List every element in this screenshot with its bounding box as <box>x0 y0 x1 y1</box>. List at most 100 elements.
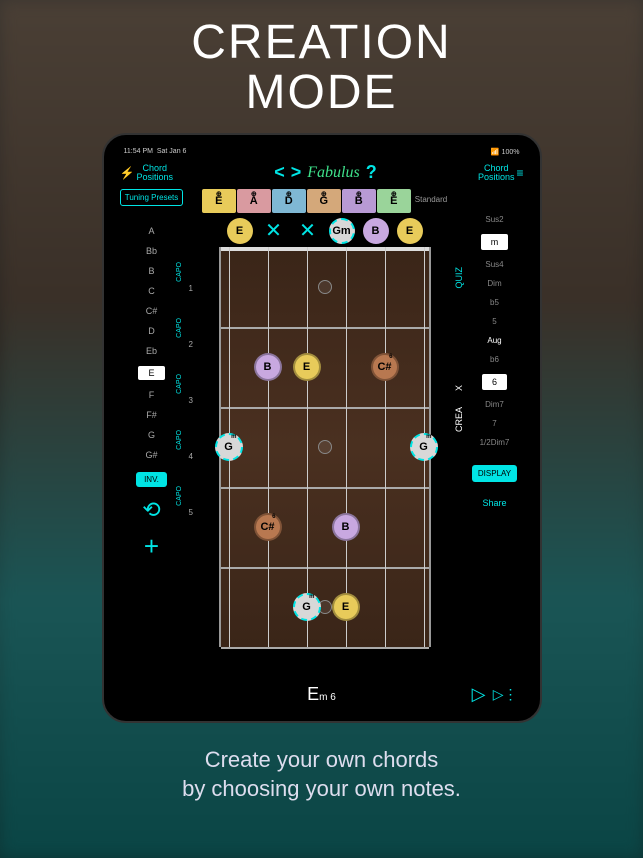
root-note-F[interactable]: F <box>149 390 155 400</box>
add-icon[interactable]: + <box>144 531 159 562</box>
inversion-button[interactable]: INV. <box>136 472 167 487</box>
fret-note-G[interactable]: Gm <box>293 593 321 621</box>
help-icon[interactable]: ? <box>366 162 377 183</box>
chord-suffix: m 6 <box>319 692 336 703</box>
modifier-Dim7[interactable]: Dim7 <box>485 400 504 409</box>
prev-arrow-icon[interactable]: < <box>274 162 285 183</box>
fret-number-2: 2 <box>188 340 192 349</box>
fret-number-3: 3 <box>188 396 192 405</box>
modifier-5[interactable]: 5 <box>492 317 496 326</box>
quiz-label[interactable]: QUIZ <box>454 267 464 289</box>
bottom-bar: Em 6 ▷ ▷⋮ <box>114 684 530 705</box>
modifier-Aug[interactable]: Aug <box>487 336 501 345</box>
capo-label-4[interactable]: CAPO <box>176 430 183 450</box>
open-string-row: E✕✕GmBE <box>227 217 423 245</box>
status-time: 11:54 PM <box>124 148 153 155</box>
fret-note-C#[interactable]: C#6 <box>254 513 282 541</box>
list-icon: ≡ <box>516 167 523 179</box>
modifier-Sus4[interactable]: Sus4 <box>485 260 503 269</box>
x-label: X <box>454 385 464 391</box>
open-note-G[interactable]: Gm <box>329 218 355 244</box>
display-button[interactable]: DISPLAY <box>472 465 517 482</box>
fret-note-G[interactable]: Gm <box>410 433 438 461</box>
app-screen: 11:54 PM Sat Jan 6 📶 100% ⚡ Chord Positi… <box>114 145 530 711</box>
status-bar: 11:54 PM Sat Jan 6 📶 100% <box>114 145 530 159</box>
tuning-cell-B[interactable]: B⊕ <box>342 189 376 213</box>
fret-note-B[interactable]: B <box>332 513 360 541</box>
caption-line2: by choosing your own notes. <box>0 774 643 804</box>
capo-label-5[interactable]: CAPO <box>176 486 183 506</box>
chord-positions-label: Chord Positions <box>136 164 173 182</box>
header-row: ⚡ Chord Positions < > Fabulus ? Chord Po… <box>114 159 530 187</box>
chord-name-display: Em 6 <box>307 684 336 705</box>
chord-root: E <box>307 684 319 704</box>
refresh-icon[interactable]: ⟲ <box>142 497 160 523</box>
root-note-F#[interactable]: F# <box>146 410 157 420</box>
root-note-E[interactable]: E <box>138 366 164 380</box>
modifier-7[interactable]: 7 <box>492 419 496 428</box>
modifier-1/2Dim7[interactable]: 1/2Dim7 <box>480 438 510 447</box>
root-note-A[interactable]: A <box>148 226 154 236</box>
modifier-Sus2[interactable]: Sus2 <box>485 215 503 224</box>
app-title: Fabulus <box>307 164 359 182</box>
modifier-Dim[interactable]: Dim <box>487 279 501 288</box>
mute-string-icon[interactable]: ✕ <box>295 218 321 243</box>
root-note-Eb[interactable]: Eb <box>146 346 157 356</box>
tuning-cell-A[interactable]: A⊕ <box>237 189 271 213</box>
root-note-G#[interactable]: G# <box>145 450 157 460</box>
tuning-cell-D[interactable]: D⊕ <box>272 189 306 213</box>
tuning-row: E⊕A⊕D⊕G⊕B⊕E⊕ <box>202 189 411 213</box>
hero-line2: MODE <box>0 68 643 118</box>
tuning-cell-E[interactable]: E⊕ <box>202 189 236 213</box>
capo-label-1[interactable]: CAPO <box>176 262 183 282</box>
status-date: Sat Jan 6 <box>157 148 187 155</box>
open-note-B[interactable]: B <box>363 218 389 244</box>
chord-positions-right[interactable]: Chord Positions ≡ <box>478 164 524 182</box>
tuning-label: Standard <box>415 195 447 204</box>
right-column: QUIZ X CREA Sus2mSus4Dimb55Augb66Dim771/… <box>464 187 526 683</box>
mute-string-icon[interactable]: ✕ <box>261 218 287 243</box>
capo-label-2[interactable]: CAPO <box>176 318 183 338</box>
hero-title: CREATION MODE <box>0 0 643 119</box>
modifier-b5[interactable]: b5 <box>490 298 499 307</box>
chord-positions-left[interactable]: ⚡ Chord Positions <box>120 164 173 182</box>
root-note-C[interactable]: C <box>148 286 155 296</box>
root-note-G[interactable]: G <box>148 430 155 440</box>
chord-positions-label-r: Chord Positions <box>478 164 515 182</box>
share-button[interactable]: Share <box>482 498 506 508</box>
crea-label[interactable]: CREA <box>454 407 464 432</box>
caption: Create your own chords by choosing your … <box>0 745 643 804</box>
fret-note-E[interactable]: E <box>332 593 360 621</box>
fret-number-5: 5 <box>188 508 192 517</box>
modifier-b6[interactable]: b6 <box>490 355 499 364</box>
fret-number-1: 1 <box>188 284 192 293</box>
ipad-frame: 11:54 PM Sat Jan 6 📶 100% ⚡ Chord Positi… <box>102 133 542 723</box>
capo-label-3[interactable]: CAPO <box>176 374 183 394</box>
fretboard[interactable]: BEC#6GmGmC#6BGmE <box>219 247 431 647</box>
open-note-E[interactable]: E <box>397 218 423 244</box>
status-battery: 📶 100% <box>491 148 520 156</box>
caption-line1: Create your own chords <box>0 745 643 775</box>
play-icon[interactable]: ▷ <box>472 684 486 705</box>
root-note-D[interactable]: D <box>148 326 155 336</box>
fret-note-G[interactable]: Gm <box>215 433 243 461</box>
hero-line1: CREATION <box>0 18 643 68</box>
open-note-E[interactable]: E <box>227 218 253 244</box>
modifier-6[interactable]: 6 <box>482 374 507 390</box>
strum-icon[interactable]: ▷⋮ <box>493 686 518 703</box>
next-arrow-icon[interactable]: > <box>291 162 302 183</box>
root-note-B[interactable]: B <box>148 266 154 276</box>
left-column: Tuning Presets ABbBCC#DEbEFF#GG#CAPO1CAP… <box>118 187 186 683</box>
center-column: E⊕A⊕D⊕G⊕B⊕E⊕ Standard E✕✕GmBE BEC#6GmGmC… <box>186 187 464 683</box>
root-note-C#[interactable]: C# <box>146 306 158 316</box>
root-note-list: ABbBCC#DEbEFF#GG#CAPO1CAPO2CAPO3CAPO4CAP… <box>138 226 164 460</box>
fret-note-C#[interactable]: C#6 <box>371 353 399 381</box>
fret-number-4: 4 <box>188 452 192 461</box>
modifier-m[interactable]: m <box>481 234 509 250</box>
tuning-presets-button[interactable]: Tuning Presets <box>120 189 184 206</box>
tuning-cell-G[interactable]: G⊕ <box>307 189 341 213</box>
root-note-Bb[interactable]: Bb <box>146 246 157 256</box>
fret-note-E[interactable]: E <box>293 353 321 381</box>
fret-note-B[interactable]: B <box>254 353 282 381</box>
tuning-cell-E[interactable]: E⊕ <box>377 189 411 213</box>
